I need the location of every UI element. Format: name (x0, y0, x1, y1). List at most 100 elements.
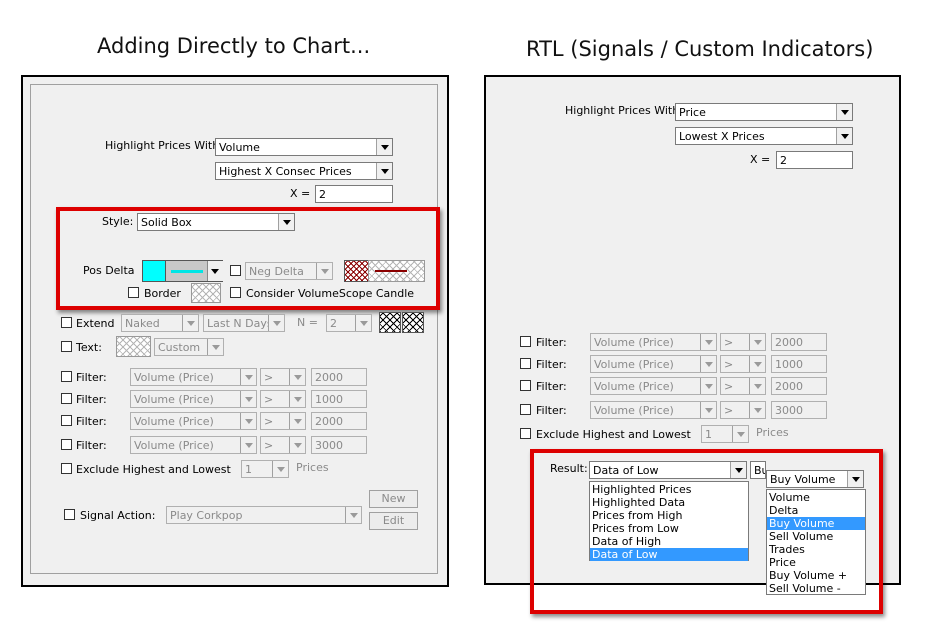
filter-field-value: Volume (Price) (594, 336, 674, 349)
extend-label: Extend (76, 317, 115, 330)
exclude-checkbox[interactable] (61, 463, 72, 474)
signal-action-checkbox[interactable] (64, 509, 75, 520)
filter-field-select[interactable]: Volume (Price) (130, 390, 257, 408)
highlight-label: Highlight Prices With: (105, 139, 223, 152)
filter-operator-select[interactable]: > (260, 412, 306, 430)
extend-color-swatch-2[interactable] (402, 312, 424, 333)
exclude-label: Exclude Highest and Lowest (76, 463, 231, 476)
extend-checkbox[interactable] (61, 317, 72, 328)
x-input[interactable]: 2 (315, 185, 393, 203)
exclude-count-select[interactable]: 1 (701, 425, 749, 443)
filter-operator-select[interactable]: > (720, 401, 766, 419)
filter-field-value: Volume (Price) (134, 439, 214, 452)
text-label: Text: (76, 341, 102, 354)
filter-operator-value: > (724, 380, 734, 393)
filter-value: 2000 (775, 380, 803, 393)
filter-operator-select[interactable]: > (720, 355, 766, 373)
chevron-down-icon (207, 339, 223, 355)
exclude-checkbox[interactable] (520, 428, 531, 439)
extend-select[interactable]: Naked (121, 314, 199, 332)
filter-field-select[interactable]: Volume (Price) (130, 436, 257, 454)
filter-field-value: Volume (Price) (594, 358, 674, 371)
exclude-count-select[interactable]: 1 (241, 460, 289, 478)
filter-operator-select[interactable]: > (720, 333, 766, 351)
filter-field-value: Volume (Price) (594, 404, 674, 417)
n-select[interactable]: 2 (326, 314, 372, 332)
chevron-down-icon (700, 378, 716, 394)
filter-field-select[interactable]: Volume (Price) (590, 355, 717, 373)
x-input-value: 2 (780, 154, 787, 167)
filter-operator-select[interactable]: > (260, 390, 306, 408)
filter-label: Filter: (536, 358, 567, 371)
filter-checkbox[interactable] (520, 358, 531, 369)
filter-operator-select[interactable]: > (260, 368, 306, 386)
filter-label: Filter: (76, 393, 107, 406)
filter-field-select[interactable]: Volume (Price) (590, 401, 717, 419)
x-input[interactable]: 2 (776, 151, 853, 169)
filter-label: Filter: (536, 336, 567, 349)
filter-value-input[interactable]: 1000 (311, 390, 367, 408)
filter-value-input[interactable]: 3000 (771, 401, 827, 419)
extend-range-value: Last N Days (207, 317, 273, 330)
edit-button[interactable]: Edit (369, 512, 418, 530)
text-color-swatch[interactable] (116, 336, 151, 357)
filter-value-input[interactable]: 2000 (771, 377, 827, 395)
filter-checkbox[interactable] (520, 380, 531, 391)
filter-checkbox[interactable] (61, 371, 72, 382)
filter-operator-value: > (724, 404, 734, 417)
highlight-mode-value: Highest X Consec Prices (219, 165, 352, 178)
filter-value-input[interactable]: 2000 (311, 412, 367, 430)
filter-checkbox[interactable] (61, 439, 72, 450)
highlight-rectangle (530, 449, 883, 614)
signal-action-select[interactable]: Play Corkpop (166, 506, 362, 524)
highlight-select[interactable]: Volume (215, 138, 393, 156)
filter-operator-value: > (264, 415, 274, 428)
filter-value-input[interactable]: 1000 (771, 355, 827, 373)
exclude-label: Exclude Highest and Lowest (536, 428, 691, 441)
highlight-mode-select[interactable]: Lowest X Prices (675, 127, 853, 145)
filter-operator-select[interactable]: > (720, 377, 766, 395)
filter-operator-value: > (724, 336, 734, 349)
filter-operator-value: > (264, 393, 274, 406)
filter-label: Filter: (536, 404, 567, 417)
chevron-down-icon (749, 334, 765, 350)
filter-field-select[interactable]: Volume (Price) (590, 333, 717, 351)
extend-color-swatch-1[interactable] (379, 312, 401, 333)
filter-checkbox[interactable] (520, 336, 531, 347)
filter-value-input[interactable]: 2000 (311, 368, 367, 386)
filter-checkbox[interactable] (61, 415, 72, 426)
chevron-down-icon (240, 413, 256, 429)
prices-label: Prices (296, 461, 329, 474)
chevron-down-icon (700, 402, 716, 418)
filter-field-select[interactable]: Volume (Price) (590, 377, 717, 395)
filter-operator-value: > (264, 439, 274, 452)
filter-checkbox[interactable] (61, 393, 72, 404)
filter-operator-value: > (264, 371, 274, 384)
filter-label: Filter: (76, 439, 107, 452)
filter-field-select[interactable]: Volume (Price) (130, 412, 257, 430)
filter-value: 1000 (775, 358, 803, 371)
filter-field-value: Volume (Price) (134, 393, 214, 406)
new-button[interactable]: New (369, 490, 418, 508)
filter-value-input[interactable]: 3000 (311, 436, 367, 454)
right-heading: RTL (Signals / Custom Indicators) (526, 37, 874, 61)
extend-range-select[interactable]: Last N Days (203, 314, 285, 332)
highlight-mode-select[interactable]: Highest X Consec Prices (215, 162, 393, 180)
filter-checkbox[interactable] (520, 404, 531, 415)
filter-operator-select[interactable]: > (260, 436, 306, 454)
filter-field-select[interactable]: Volume (Price) (130, 368, 257, 386)
highlight-select-value: Price (679, 106, 706, 119)
n-label: N = (297, 316, 318, 329)
chevron-down-icon (749, 402, 765, 418)
highlight-mode-value: Lowest X Prices (679, 130, 765, 143)
signal-action-value: Play Corkpop (170, 509, 243, 522)
extend-select-value: Naked (125, 317, 160, 330)
highlight-select[interactable]: Price (675, 103, 853, 121)
chevron-down-icon (268, 315, 284, 331)
filter-value-input[interactable]: 2000 (771, 333, 827, 351)
text-select[interactable]: Custom (154, 338, 224, 356)
filter-value: 2000 (315, 415, 343, 428)
exclude-count-value: 1 (245, 463, 252, 476)
filter-value: 3000 (315, 439, 343, 452)
text-checkbox[interactable] (61, 341, 72, 352)
